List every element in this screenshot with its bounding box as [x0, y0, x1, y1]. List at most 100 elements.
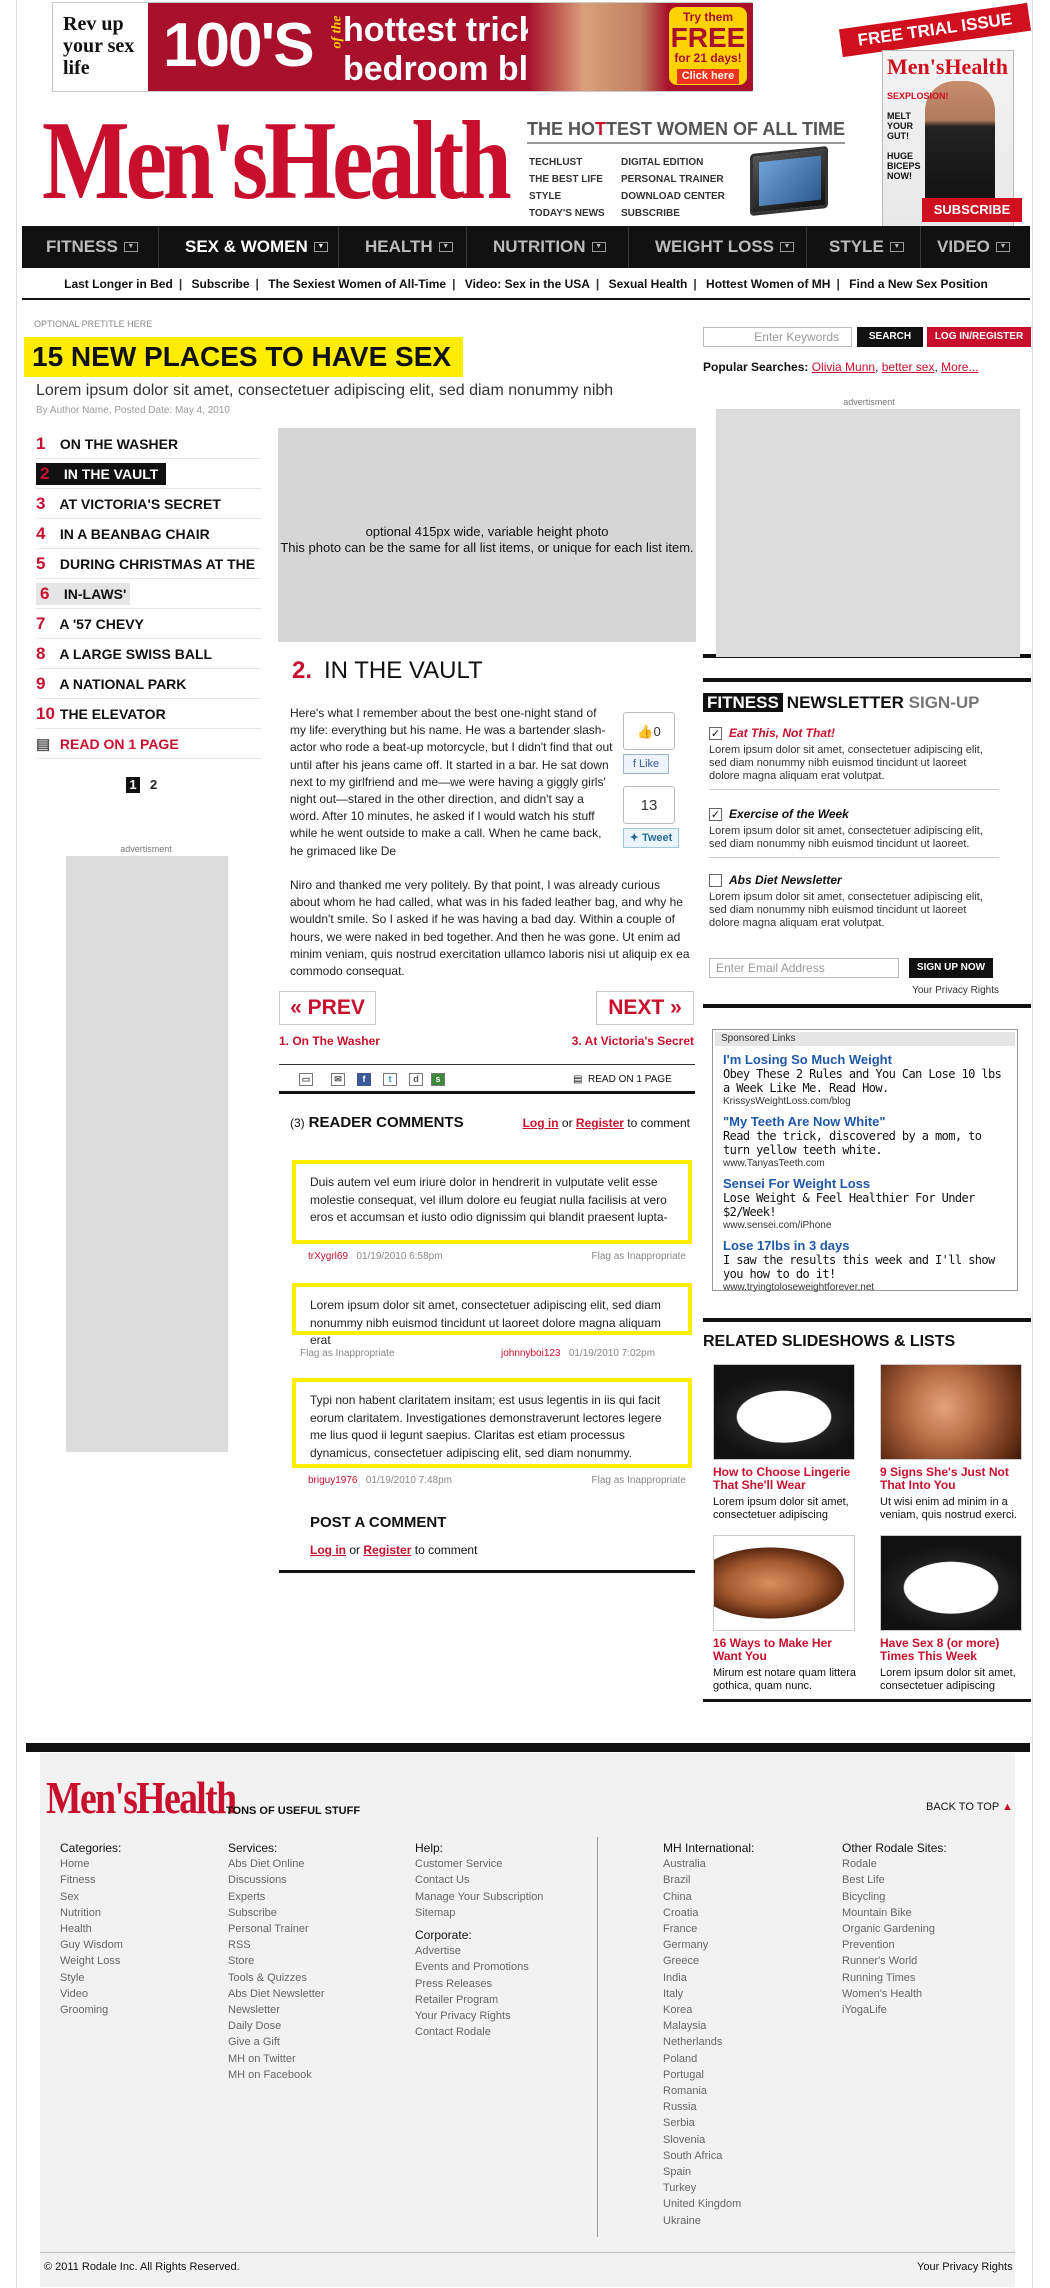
- sign-up-button[interactable]: SIGN UP NOW: [909, 958, 993, 978]
- footer-link[interactable]: MH on Twitter: [228, 2051, 325, 2067]
- flag-link[interactable]: Flag as Inappropriate: [591, 1250, 686, 1264]
- list-item[interactable]: 1 ON THE WASHER: [36, 429, 261, 459]
- footer-link[interactable]: Serbia: [663, 2115, 754, 2131]
- related-title[interactable]: 16 Ways to Make Her Want You: [713, 1637, 857, 1663]
- free-trial-label[interactable]: FREE TRIAL ISSUE: [838, 2, 1032, 58]
- subnav-link[interactable]: Video: Sex in the USA: [462, 277, 593, 291]
- ad-title[interactable]: "My Teeth Are Now White": [723, 1114, 1007, 1129]
- footer-link[interactable]: China: [663, 1889, 754, 1905]
- page-2[interactable]: 2: [150, 777, 157, 792]
- footer-link[interactable]: Mountain Bike: [842, 1905, 947, 1921]
- sponsored-ad[interactable]: I'm Losing So Much Weight Obey These 2 Ru…: [723, 1052, 1007, 1108]
- footer-link[interactable]: Daily Dose: [228, 2018, 325, 2034]
- ad-title[interactable]: I'm Losing So Much Weight: [723, 1052, 1007, 1067]
- tweet-button[interactable]: ✦ Tweet: [623, 828, 679, 848]
- prev-button[interactable]: « PREV: [279, 991, 376, 1025]
- footer-link[interactable]: Home: [60, 1856, 123, 1872]
- comment-user[interactable]: briguy1976: [308, 1475, 357, 1486]
- ad-click-here-button[interactable]: Click here: [676, 69, 740, 84]
- footer-link[interactable]: Manage Your Subscription: [415, 1889, 543, 1905]
- ad-title[interactable]: Lose 17lbs in 3 days: [723, 1238, 1007, 1253]
- footer-link[interactable]: Subscribe: [228, 1905, 325, 1921]
- footer-link[interactable]: Croatia: [663, 1905, 754, 1921]
- ad-url[interactable]: www.tryingtoloseweightforever.net: [723, 1281, 1007, 1294]
- list-item[interactable]: 8 A LARGE SWISS BALL: [36, 639, 261, 669]
- privacy-link[interactable]: Your Privacy Rights: [903, 985, 999, 997]
- footer-link[interactable]: Customer Service: [415, 1856, 543, 1872]
- related-item[interactable]: Have Sex 8 (or more) Times This Week Lore…: [872, 1535, 1024, 1693]
- footer-link[interactable]: Rodale: [842, 1856, 947, 1872]
- next-item-link[interactable]: 3. At Victoria's Secret: [570, 1034, 694, 1048]
- back-to-top-link[interactable]: BACK TO TOP ▲: [926, 1800, 1013, 1814]
- free-trial-promo[interactable]: FREE TRIAL ISSUE Men'sHealth SEXPLOSION!…: [838, 2, 1032, 230]
- footer-privacy-link[interactable]: Your Privacy Rights: [917, 2260, 1013, 2274]
- twitter-icon[interactable]: t: [383, 1073, 397, 1086]
- footer-link[interactable]: Give a Gift: [228, 2034, 325, 2050]
- footer-link[interactable]: Guy Wisdom: [60, 1937, 123, 1953]
- footer-link[interactable]: Personal Trainer: [228, 1921, 325, 1937]
- footer-link[interactable]: Poland: [663, 2051, 754, 2067]
- checkbox-unchecked[interactable]: [709, 874, 722, 887]
- facebook-icon[interactable]: f: [357, 1073, 371, 1086]
- right-ad-slot[interactable]: [716, 409, 1020, 657]
- checkbox-checked[interactable]: ✓: [709, 727, 722, 740]
- email-field[interactable]: Enter Email Address: [709, 958, 899, 978]
- footer-link[interactable]: Contact Rodale: [415, 2024, 543, 2040]
- footer-link[interactable]: Australia: [663, 1856, 754, 1872]
- related-title[interactable]: Have Sex 8 (or more) Times This Week: [880, 1637, 1024, 1663]
- list-item[interactable]: 5 DURING CHRISTMAS AT THE: [36, 549, 261, 579]
- footer-link[interactable]: Fitness: [60, 1872, 123, 1888]
- footer-link[interactable]: Abs Diet Newsletter: [228, 1986, 325, 2002]
- subnav-link[interactable]: The Sexiest Women of All-Time: [265, 277, 449, 291]
- footer-link[interactable]: Ukraine: [663, 2213, 754, 2229]
- footer-link[interactable]: Malaysia: [663, 2018, 754, 2034]
- related-image[interactable]: [713, 1535, 855, 1631]
- footer-link[interactable]: Events and Promotions: [415, 1959, 543, 1975]
- footer-link[interactable]: Runner's World: [842, 1953, 947, 1969]
- footer-link[interactable]: Best Life: [842, 1872, 947, 1888]
- hottest-women-link[interactable]: THE HOTTEST WOMEN OF ALL TIME: [527, 118, 845, 144]
- footer-link[interactable]: Running Times: [842, 1970, 947, 1986]
- list-item[interactable]: 10 THE ELEVATOR: [36, 699, 261, 729]
- footer-link[interactable]: Discussions: [228, 1872, 325, 1888]
- footer-link[interactable]: MH on Facebook: [228, 2067, 325, 2083]
- login-register-button[interactable]: LOG IN/REGISTER: [927, 327, 1031, 347]
- related-title[interactable]: 9 Signs She's Just Not That Into You: [880, 1466, 1024, 1492]
- nav-health[interactable]: HEALTH ▼: [339, 226, 467, 268]
- header-link-download[interactable]: DOWNLOAD CENTER: [621, 191, 725, 203]
- login-link[interactable]: Log in: [310, 1543, 346, 1557]
- subnav-link[interactable]: Hottest Women of MH: [703, 277, 833, 291]
- header-link-news[interactable]: TODAY'S NEWS: [529, 208, 605, 220]
- list-item[interactable]: 4 IN A BEANBAG CHAIR: [36, 519, 261, 549]
- footer-link[interactable]: France: [663, 1921, 754, 1937]
- footer-link[interactable]: Sitemap: [415, 1905, 543, 1921]
- footer-link[interactable]: Romania: [663, 2083, 754, 2099]
- footer-link[interactable]: South Africa: [663, 2148, 754, 2164]
- comment-user[interactable]: trXygrl69: [308, 1251, 348, 1262]
- footer-link[interactable]: Tools & Quizzes: [228, 1970, 325, 1986]
- footer-link[interactable]: Sex: [60, 1889, 123, 1905]
- related-item[interactable]: 9 Signs She's Just Not That Into You Ut w…: [872, 1364, 1024, 1522]
- footer-link[interactable]: India: [663, 1970, 754, 1986]
- related-item[interactable]: How to Choose Lingerie That She'll Wear L…: [705, 1364, 857, 1522]
- footer-link[interactable]: Bicycling: [842, 1889, 947, 1905]
- related-item[interactable]: 16 Ways to Make Her Want You Mirum est no…: [705, 1535, 857, 1693]
- footer-link[interactable]: RSS: [228, 1937, 325, 1953]
- footer-link[interactable]: Turkey: [663, 2180, 754, 2196]
- checkbox-checked[interactable]: ✓: [709, 808, 722, 821]
- footer-link[interactable]: Netherlands: [663, 2034, 754, 2050]
- subnav-link[interactable]: Last Longer in Bed: [61, 277, 176, 291]
- facebook-like-button[interactable]: f Like: [623, 754, 669, 774]
- nav-style[interactable]: STYLE ▼: [807, 226, 921, 268]
- subnav-link[interactable]: Subscribe: [189, 277, 253, 291]
- nav-sex-women[interactable]: SEX & WOMEN ▼: [159, 226, 339, 268]
- footer-link[interactable]: Greece: [663, 1953, 754, 1969]
- footer-link[interactable]: Advertise: [415, 1943, 543, 1959]
- stumble-icon[interactable]: s: [431, 1073, 445, 1086]
- footer-link[interactable]: Korea: [663, 2002, 754, 2018]
- list-item-active[interactable]: 2 IN THE VAULT: [36, 459, 261, 489]
- left-ad-slot[interactable]: [66, 856, 228, 1452]
- footer-link[interactable]: Abs Diet Online: [228, 1856, 325, 1872]
- register-link[interactable]: Register: [363, 1543, 411, 1557]
- next-button[interactable]: NEXT »: [596, 991, 694, 1025]
